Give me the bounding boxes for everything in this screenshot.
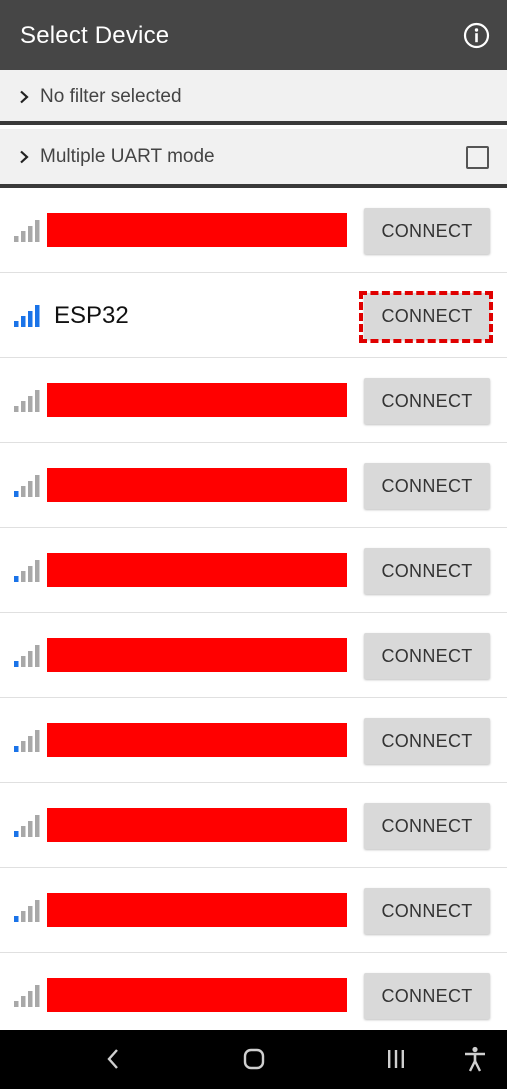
uart-mode-checkbox[interactable] <box>466 146 489 169</box>
signal-strength-icon <box>14 730 40 752</box>
redacted-device-name <box>47 468 347 502</box>
page-title: Select Device <box>20 22 170 49</box>
uart-mode-label: Multiple UART mode <box>40 146 215 167</box>
recents-icon[interactable] <box>381 1044 411 1074</box>
redacted-device-name <box>47 383 347 417</box>
connect-button[interactable]: CONNECT <box>364 378 490 424</box>
device-row: CONNECT <box>0 188 507 273</box>
device-row: CONNECT <box>0 528 507 613</box>
connect-button[interactable]: CONNECT <box>364 633 490 679</box>
device-row: CONNECT <box>0 443 507 528</box>
device-row: CONNECT <box>0 868 507 953</box>
chevron-right-icon <box>20 150 29 164</box>
connect-button[interactable]: CONNECT <box>364 208 490 254</box>
signal-strength-icon <box>14 305 40 327</box>
filter-label: No filter selected <box>40 86 182 107</box>
device-row: CONNECT <box>0 613 507 698</box>
signal-strength-icon <box>14 645 40 667</box>
filter-row[interactable]: No filter selected <box>0 70 507 125</box>
redacted-device-name <box>47 808 347 842</box>
redacted-device-name <box>47 893 347 927</box>
device-row: CONNECT <box>0 953 507 1038</box>
device-row: CONNECT <box>0 358 507 443</box>
back-chevron-icon[interactable] <box>98 1044 128 1074</box>
device-row: CONNECT <box>0 698 507 783</box>
signal-strength-icon <box>14 900 40 922</box>
app-bar: Select Device <box>0 0 507 70</box>
connect-button[interactable]: CONNECT <box>364 888 490 934</box>
accessibility-icon[interactable] <box>460 1044 490 1074</box>
connect-button[interactable]: CONNECT <box>364 718 490 764</box>
device-row: ESP32 CONNECT <box>0 273 507 358</box>
redacted-device-name <box>47 638 347 672</box>
chevron-right-icon <box>20 90 29 104</box>
connect-button[interactable]: CONNECT <box>364 548 490 594</box>
device-row: CONNECT <box>0 783 507 868</box>
connect-button[interactable]: CONNECT <box>364 293 490 339</box>
redacted-device-name <box>47 978 347 1012</box>
connect-button[interactable]: CONNECT <box>364 803 490 849</box>
device-list: CONNECT ESP32 CONNECT CONNECT CONNECT CONNECT… <box>0 188 507 1038</box>
signal-strength-icon <box>14 560 40 582</box>
signal-strength-icon <box>14 390 40 412</box>
connect-button[interactable]: CONNECT <box>364 973 490 1019</box>
device-name: ESP32 <box>54 302 129 329</box>
signal-strength-icon <box>14 985 40 1007</box>
redacted-device-name <box>47 723 347 757</box>
signal-strength-icon <box>14 815 40 837</box>
home-icon[interactable] <box>239 1044 269 1074</box>
signal-strength-icon <box>14 475 40 497</box>
info-circle-icon[interactable] <box>463 22 490 49</box>
connect-button[interactable]: CONNECT <box>364 463 490 509</box>
system-nav-bar <box>0 1030 507 1089</box>
redacted-device-name <box>47 213 347 247</box>
redacted-device-name <box>47 553 347 587</box>
signal-strength-icon <box>14 220 40 242</box>
uart-mode-row[interactable]: Multiple UART mode <box>0 129 507 188</box>
